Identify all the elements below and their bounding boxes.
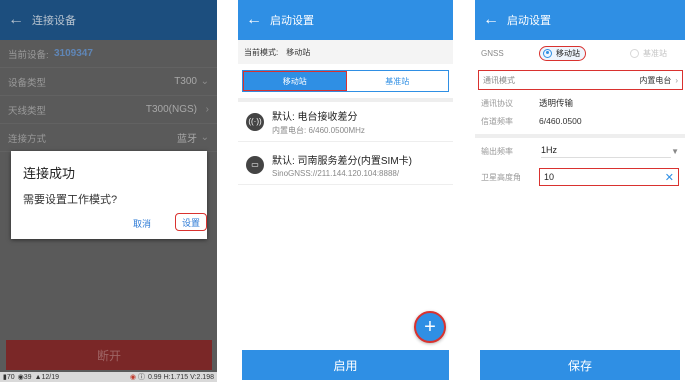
connect-success-dialog: 连接成功 需要设置工作模式? 取消 设置 <box>11 151 207 239</box>
phone-startup-settings: ← 启动设置 当前模式: 移动站 移动站 基准站 ((·)) 默认: 电台接收差… <box>238 0 453 382</box>
comm-mode-value: 内置电台 <box>639 75 672 85</box>
current-device-value: 3109347 <box>54 48 93 59</box>
elevation-mask-row: 卫星高度角 10 ✕ <box>475 166 685 188</box>
v-value: 2.198 <box>196 373 214 381</box>
page-title: 启动设置 <box>270 15 314 27</box>
record-icon: ◉ <box>129 374 136 381</box>
back-arrow-icon[interactable]: ← <box>475 11 507 29</box>
phone-connect-device: ← 连接设备 当前设备: 3109347 设备类型 T300 ⌄ 天线类型 T3… <box>0 0 217 382</box>
chevron-right-icon: › <box>205 104 209 115</box>
comm-mode-label: 通讯模式 <box>483 75 515 85</box>
device-type-label: 设备类型 <box>8 77 47 89</box>
current-device-row: 当前设备: 3109347 <box>0 40 217 68</box>
chevron-down-icon: ⌄ <box>200 76 209 87</box>
back-arrow-icon[interactable]: ← <box>0 11 32 29</box>
protocol-label: 通讯协议 <box>481 98 513 108</box>
page-title: 启动设置 <box>507 15 551 27</box>
phone-rover-settings: ← 启动设置 GNSS 移动站 基准站 通讯模式 内置电台 › 通讯协议 透明传… <box>475 0 685 382</box>
device-type-row[interactable]: 设备类型 T300 ⌄ <box>0 68 217 96</box>
output-frequency-row[interactable]: 输出频率 1Hz ▼ <box>475 140 685 162</box>
back-arrow-icon[interactable]: ← <box>238 11 270 29</box>
connection-method-value: 蓝牙 <box>177 134 197 145</box>
add-button[interactable]: + <box>414 311 446 343</box>
radio-rover[interactable]: 移动站 <box>539 45 586 61</box>
chevron-right-icon: › <box>675 75 678 85</box>
disconnect-button[interactable]: 断开 <box>6 340 212 370</box>
app-bar: ← 连接设备 <box>0 0 217 40</box>
satellite-value: 39 <box>23 373 32 381</box>
sim-card-icon: ▭ <box>246 155 264 174</box>
protocol-row: 通讯协议 透明传输 <box>475 94 685 112</box>
elevation-mask-value: 10 <box>544 172 555 182</box>
info-icon: ⓘ <box>137 374 145 381</box>
antenna-type-row[interactable]: 天线类型 T300(NGS) › <box>0 96 217 124</box>
signal-icon: ▲ <box>34 373 42 381</box>
option-subtitle: 内置电台: 6/460.0500MHz <box>272 125 365 135</box>
start-button[interactable]: 启用 <box>242 350 449 380</box>
battery-value: 70 <box>6 373 15 381</box>
status-bar: ▮ 70 ◉ 39 ▲ 12/19 ◉ ⓘ 0.99 H: 1.715 V: 2.198 <box>0 372 217 382</box>
h-label: H: <box>163 373 171 381</box>
gnss-mode-row: GNSS 移动站 基准站 <box>475 40 685 66</box>
antenna-type-value: T300(NGS) <box>145 104 197 115</box>
gnss-label: GNSS <box>481 48 504 58</box>
chevron-down-icon: ⌄ <box>200 132 209 143</box>
option-title: 默认: 电台接收差分 <box>272 111 358 123</box>
cancel-button[interactable]: 取消 <box>133 217 151 230</box>
tab-base[interactable]: 基准站 <box>346 71 448 91</box>
current-mode-row: 当前模式: 移动站 <box>238 40 453 64</box>
option-title: 默认: 司南服务差分(内置SIM卡) <box>272 155 412 167</box>
hrms-value: 0.99 <box>147 373 162 381</box>
radio-base-label: 基准站 <box>643 48 667 58</box>
app-bar: ← 启动设置 <box>475 0 685 40</box>
radio-icon: ((·)) <box>246 112 264 131</box>
list-item-network-diff[interactable]: ▭ 默认: 司南服务差分(内置SIM卡) SinoGNSS://211.144.… <box>238 145 453 185</box>
protocol-value: 透明传输 <box>539 98 574 108</box>
radio-rover-label: 移动站 <box>556 48 580 58</box>
app-bar: ← 启动设置 <box>238 0 453 40</box>
output-frequency-label: 输出频率 <box>481 146 513 156</box>
dropdown-caret-icon: ▼ <box>671 146 679 156</box>
satellite-count: 12/19 <box>41 373 60 381</box>
channel-label: 信道频率 <box>481 116 513 126</box>
output-frequency-select[interactable]: 1Hz <box>541 145 672 158</box>
connection-method-row[interactable]: 连接方式 蓝牙 ⌄ <box>0 124 217 152</box>
channel-value: 6/460.0500 <box>539 116 582 126</box>
radio-base[interactable]: 基准站 <box>630 48 667 59</box>
current-device-label: 当前设备: <box>8 49 49 61</box>
list-item-radio-diff[interactable]: ((·)) 默认: 电台接收差分 内置电台: 6/460.0500MHz <box>238 102 453 142</box>
channel-row: 信道频率 6/460.0500 <box>475 112 685 130</box>
option-subtitle: SinoGNSS://211.144.120.104:8888/ <box>272 168 400 178</box>
antenna-type-label: 天线类型 <box>8 105 47 117</box>
elevation-mask-input[interactable]: 10 ✕ <box>539 168 679 186</box>
connection-method-label: 连接方式 <box>8 133 47 145</box>
h-value: 1.715 <box>170 373 189 381</box>
current-mode-value: 移动站 <box>286 47 311 57</box>
radio-checked-icon <box>543 48 552 58</box>
current-mode-label: 当前模式: <box>244 47 279 57</box>
device-type-value: T300 <box>174 76 197 87</box>
save-button[interactable]: 保存 <box>480 350 680 380</box>
radio-unchecked-icon <box>630 48 639 58</box>
comm-mode-row[interactable]: 通讯模式 内置电台 › <box>478 70 683 90</box>
mode-segmented-control: 移动站 基准站 <box>242 70 449 92</box>
tab-rover[interactable]: 移动站 <box>243 71 347 91</box>
page-title: 连接设备 <box>32 15 76 27</box>
dialog-message: 需要设置工作模式? <box>23 194 118 206</box>
setup-button[interactable]: 设置 <box>175 213 207 231</box>
dialog-title: 连接成功 <box>23 166 76 181</box>
divider <box>475 134 685 138</box>
clear-icon[interactable]: ✕ <box>665 171 674 184</box>
elevation-mask-label: 卫星高度角 <box>481 172 521 182</box>
